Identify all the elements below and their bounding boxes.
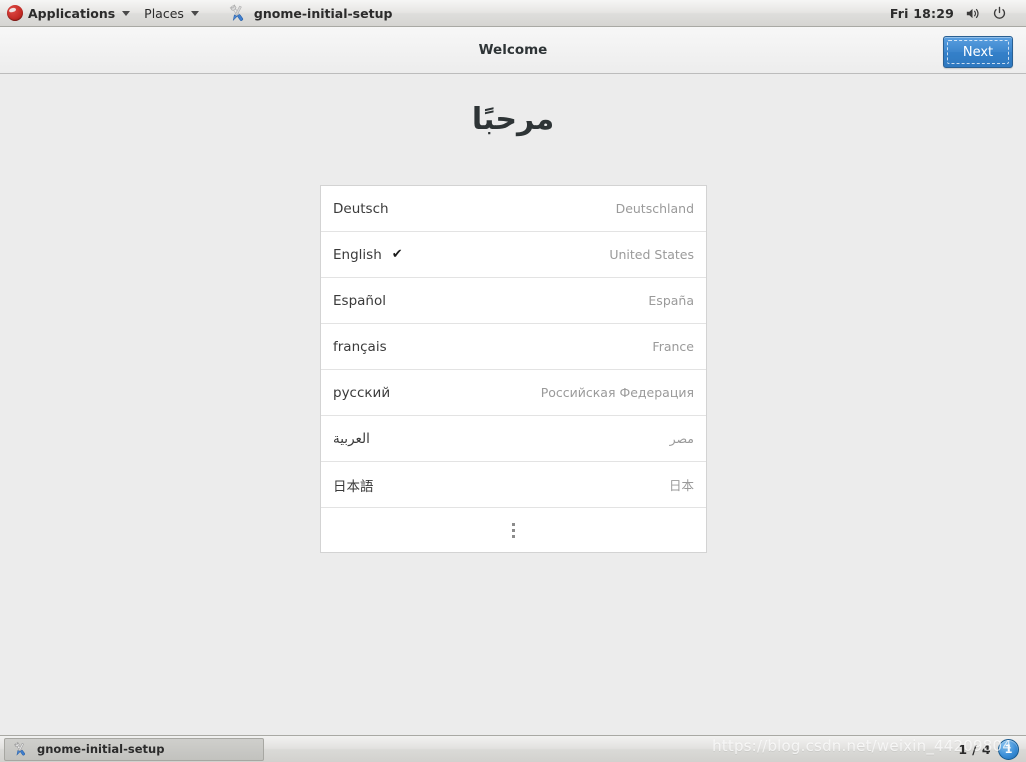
language-name-label: русский <box>333 384 391 401</box>
welcome-page: مرحبًا Deutsch Deutschland English ✔ United … <box>0 74 1026 735</box>
volume-icon[interactable] <box>964 5 981 22</box>
language-name: Español <box>333 293 386 309</box>
language-region: France <box>652 339 694 354</box>
language-name-label: 日本語 <box>333 478 374 495</box>
language-name: français <box>333 339 387 355</box>
language-row[interactable]: Español España <box>321 278 706 324</box>
language-region: 日本 <box>668 478 694 493</box>
chevron-down-icon <box>190 10 199 16</box>
next-button[interactable]: Next <box>943 36 1013 68</box>
welcome-greeting: مرحبًا <box>471 102 555 137</box>
language-name-label: français <box>333 338 387 355</box>
chevron-down-icon <box>122 10 131 16</box>
panel-status-area: Fri 18:29 <box>890 0 1026 27</box>
language-list[interactable]: Deutsch Deutschland English ✔ United States E… <box>320 185 707 553</box>
workspace-switcher[interactable]: 1 / 4 1 <box>958 738 1026 760</box>
bottom-panel: gnome-initial-setup 1 / 4 1 <box>0 735 1026 762</box>
desktop-screen: Applications Places gnome-initial-setup … <box>0 0 1026 762</box>
clock[interactable]: Fri 18:29 <box>890 6 954 21</box>
language-name: Deutsch <box>333 201 389 217</box>
wrench-screwdriver-icon <box>226 2 248 24</box>
language-region: مصر <box>669 431 694 446</box>
language-name-label: Español <box>333 292 386 309</box>
language-row[interactable]: 日本語 日本 <box>321 462 706 508</box>
next-button-label: Next <box>962 44 994 60</box>
language-row[interactable]: français France <box>321 324 706 370</box>
wrench-screwdriver-icon <box>11 740 29 758</box>
show-more-languages-row[interactable] <box>321 508 706 552</box>
taskbar-window-label: gnome-initial-setup <box>37 742 165 756</box>
checkmark-icon: ✔ <box>391 247 403 262</box>
applications-menu[interactable]: Applications <box>0 0 137 27</box>
language-region: Российская Федерация <box>540 385 694 400</box>
language-name: العربية <box>333 431 370 447</box>
page-title: Welcome <box>478 42 548 58</box>
language-name-label: العربية <box>333 430 370 447</box>
language-region: España <box>648 293 694 308</box>
power-icon[interactable] <box>991 5 1008 22</box>
workspace-badge[interactable]: 1 <box>998 738 1019 760</box>
language-row[interactable]: العربية مصر <box>321 416 706 462</box>
language-name: русский <box>333 385 390 401</box>
language-region: United States <box>609 247 694 262</box>
window-menu[interactable]: gnome-initial-setup <box>220 0 405 27</box>
more-vertical-icon <box>512 522 515 538</box>
header-bar: Welcome Next <box>0 27 1026 74</box>
language-name-label: English <box>333 246 382 263</box>
top-panel: Applications Places gnome-initial-setup … <box>0 0 1026 27</box>
language-name: English ✔ <box>333 247 403 263</box>
workspace-indicator: 1 / 4 <box>958 741 991 757</box>
language-name-label: Deutsch <box>333 200 389 217</box>
language-name: 日本語 <box>333 475 374 495</box>
language-row[interactable]: Deutsch Deutschland <box>321 186 706 232</box>
taskbar-window-button[interactable]: gnome-initial-setup <box>4 737 264 761</box>
places-menu[interactable]: Places <box>137 0 206 27</box>
language-row[interactable]: русский Российская Федерация <box>321 370 706 416</box>
fedora-logo-icon <box>7 5 23 21</box>
window-title-label: gnome-initial-setup <box>253 5 393 21</box>
language-row[interactable]: English ✔ United States <box>321 232 706 278</box>
places-menu-label: Places <box>144 5 184 21</box>
applications-menu-label: Applications <box>28 5 116 21</box>
language-region: Deutschland <box>615 201 694 216</box>
